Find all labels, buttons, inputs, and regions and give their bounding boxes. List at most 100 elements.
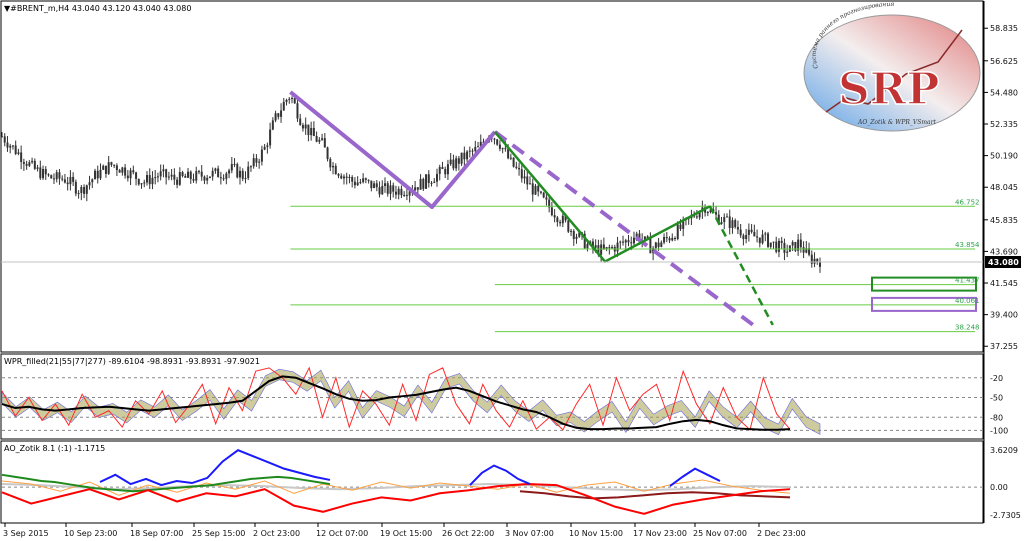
ao-tick-label: -2.7305 xyxy=(990,511,1021,520)
candle-body xyxy=(340,175,343,179)
candle-body xyxy=(159,171,162,177)
candle-body xyxy=(622,241,625,243)
candle-body xyxy=(296,103,299,119)
candle-body xyxy=(96,170,99,179)
candle-body xyxy=(575,236,578,239)
wpr-tick-label: -20 xyxy=(990,374,1003,383)
candle-body xyxy=(477,146,480,148)
candle-body xyxy=(85,185,88,194)
candle-body xyxy=(42,169,45,179)
candle-body xyxy=(345,176,348,178)
candle-body xyxy=(203,176,206,181)
time-tick-label: 18 Sep 07:00 xyxy=(130,529,183,538)
candle-body xyxy=(135,172,138,179)
candle-body xyxy=(520,169,523,179)
time-axis: 3 Sep 2015 10 Sep 23:00 18 Sep 07:00 25 Sep… xyxy=(3,523,806,538)
candle-body xyxy=(192,179,195,181)
candle-body xyxy=(28,162,31,166)
candle-body xyxy=(802,247,805,253)
price-tick-label: 50.190 xyxy=(990,152,1018,161)
candle-body xyxy=(33,160,36,169)
price-tick-label: 52.335 xyxy=(990,120,1018,129)
candle-body xyxy=(742,235,745,240)
candle-body xyxy=(392,185,395,192)
candle-body xyxy=(608,247,611,249)
candle-body xyxy=(559,222,562,224)
candle-body xyxy=(337,174,340,176)
candle-body xyxy=(1,136,3,138)
candle-body xyxy=(515,166,518,168)
candle-body xyxy=(36,167,39,169)
candle-body xyxy=(457,158,460,164)
candle-body xyxy=(247,166,250,179)
candle-body xyxy=(351,176,354,182)
candle-body xyxy=(140,183,143,185)
candle-body xyxy=(310,127,313,136)
candle-body xyxy=(632,237,635,244)
candle-body xyxy=(170,174,173,177)
wpr-indicator-header: WPR_filled(21|55|77|277) -89.6104 -98.89… xyxy=(4,357,260,366)
candle-body xyxy=(602,244,605,249)
candle-body xyxy=(747,229,750,236)
candle-body xyxy=(88,182,91,186)
candle-body xyxy=(539,191,542,193)
time-tick-label: 26 Oct 22:00 xyxy=(442,529,494,538)
candle-body xyxy=(72,176,75,182)
time-tick-label: 10 Nov 15:00 xyxy=(569,529,623,538)
candle-body xyxy=(375,183,378,188)
candle-body xyxy=(780,240,783,243)
candle-body xyxy=(504,148,507,150)
svg-text:43.080: 43.080 xyxy=(988,258,1019,267)
price-tick-label: 41.545 xyxy=(990,279,1018,288)
candle-body xyxy=(255,158,258,163)
candle-body xyxy=(416,187,419,190)
candle-body xyxy=(567,220,570,232)
candle-body xyxy=(783,242,786,253)
candle-body xyxy=(189,171,192,180)
candle-body xyxy=(715,212,718,215)
ao-indicator-header: AO_Zotik 8.1 (:1) -1.1715 xyxy=(4,444,105,453)
candle-body xyxy=(422,178,425,189)
candle-body xyxy=(767,233,770,247)
candle-body xyxy=(115,165,118,171)
candle-body xyxy=(777,240,780,252)
candle-body xyxy=(772,241,775,243)
candle-body xyxy=(124,167,127,176)
ao-pane[interactable] xyxy=(0,440,984,524)
level-label: 46.752 xyxy=(955,198,980,206)
candle-body xyxy=(753,231,756,237)
candle-body xyxy=(750,229,753,232)
candle-body xyxy=(556,217,559,223)
candle-body xyxy=(452,159,455,169)
candle-body xyxy=(3,136,6,143)
candle-body xyxy=(695,216,698,218)
candle-body xyxy=(187,171,190,178)
candle-body xyxy=(55,172,58,180)
candle-body xyxy=(148,175,151,185)
candle-body xyxy=(799,239,802,248)
candle-body xyxy=(362,178,365,183)
candle-body xyxy=(167,176,170,178)
candle-body xyxy=(274,113,277,121)
candle-body xyxy=(61,178,64,180)
candle-body xyxy=(468,150,471,152)
candle-body xyxy=(537,185,540,192)
candle-body xyxy=(430,182,433,184)
candle-body xyxy=(329,159,332,168)
candle-body xyxy=(214,168,217,171)
candle-body xyxy=(47,174,50,176)
candle-body xyxy=(156,176,159,178)
candle-body xyxy=(83,186,86,194)
candle-body xyxy=(616,242,619,252)
candle-body xyxy=(299,118,302,126)
candle-body xyxy=(674,237,677,239)
candle-body xyxy=(405,194,408,196)
candle-body xyxy=(384,183,387,186)
candle-body xyxy=(438,167,441,174)
candle-body xyxy=(77,193,80,195)
candle-body xyxy=(594,245,597,248)
candle-body xyxy=(113,164,116,166)
candle-body xyxy=(11,145,14,147)
candle-body xyxy=(22,162,25,164)
candle-body xyxy=(444,168,447,175)
